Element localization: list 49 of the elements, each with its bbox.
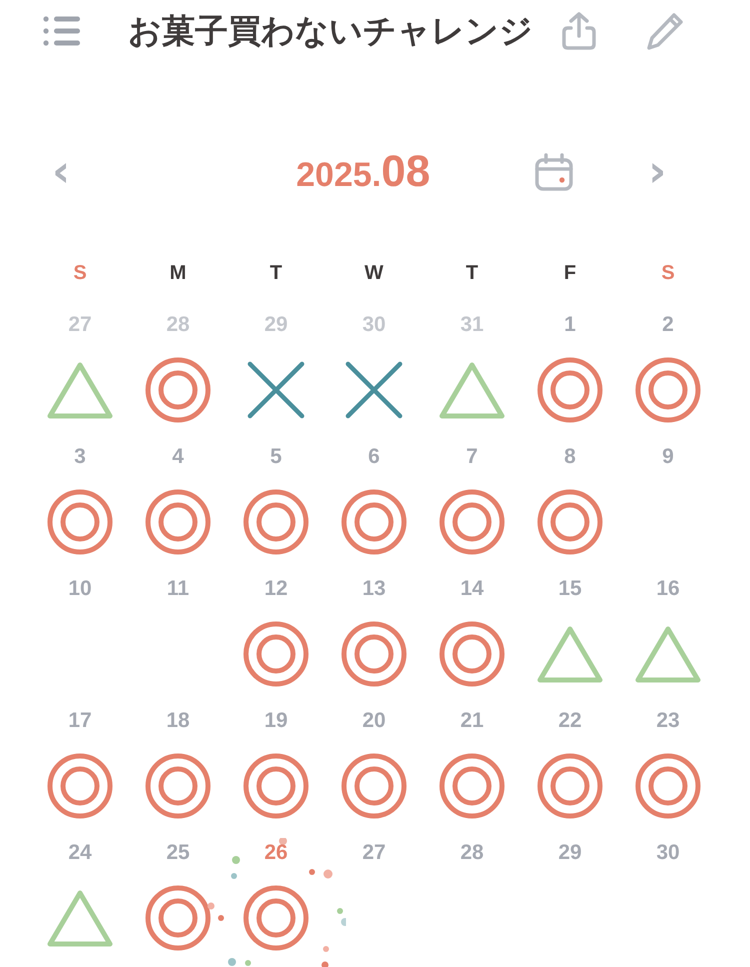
day-number[interactable]: 23 (656, 709, 680, 733)
day-number[interactable]: 15 (558, 577, 582, 601)
day-number[interactable]: 19 (264, 709, 288, 733)
day-number[interactable]: 26 (264, 841, 288, 865)
day-number[interactable]: 10 (68, 577, 92, 601)
day-number[interactable]: 1 (564, 313, 576, 337)
day-number[interactable]: 28 (166, 313, 190, 337)
day-number[interactable]: 8 (564, 445, 576, 469)
month-label: 2025.08 (296, 147, 430, 197)
day-number[interactable]: 21 (460, 709, 484, 733)
weekday-label: T (466, 262, 478, 285)
weekday-label: T (270, 262, 282, 285)
previous-month-button[interactable]: ‹ (48, 150, 74, 194)
day-number[interactable]: 4 (172, 445, 184, 469)
day-number[interactable]: 3 (74, 445, 86, 469)
day-number[interactable]: 16 (656, 577, 680, 601)
day-number[interactable]: 9 (662, 445, 674, 469)
day-number[interactable]: 31 (460, 313, 484, 337)
day-number[interactable]: 6 (368, 445, 380, 469)
day-number[interactable]: 22 (558, 709, 582, 733)
weekday-label: M (170, 262, 186, 285)
menu-icon[interactable] (42, 15, 82, 47)
day-number[interactable]: 2 (662, 313, 674, 337)
day-number[interactable]: 25 (166, 841, 190, 865)
pencil-icon[interactable] (645, 11, 685, 51)
day-number[interactable]: 30 (362, 313, 386, 337)
day-number[interactable]: 13 (362, 577, 386, 601)
day-number[interactable]: 24 (68, 841, 92, 865)
day-number[interactable]: 17 (68, 709, 92, 733)
weekday-label: S (661, 262, 675, 285)
day-number[interactable]: 27 (362, 841, 386, 865)
day-number[interactable]: 29 (558, 841, 582, 865)
day-number[interactable]: 27 (68, 313, 92, 337)
day-number[interactable]: 14 (460, 577, 484, 601)
calendar-icon[interactable] (534, 152, 574, 192)
next-month-button[interactable]: › (644, 150, 670, 194)
day-number[interactable]: 20 (362, 709, 386, 733)
day-number[interactable]: 30 (656, 841, 680, 865)
day-number[interactable]: 12 (264, 577, 288, 601)
day-number[interactable]: 5 (270, 445, 282, 469)
weekday-label: W (364, 262, 384, 285)
app-title: お菓子買わないチャレンジ (128, 10, 533, 52)
day-number[interactable]: 18 (166, 709, 190, 733)
day-number[interactable]: 11 (166, 577, 190, 601)
day-number[interactable]: 29 (264, 313, 288, 337)
weekday-label: F (564, 262, 576, 285)
day-number[interactable]: 7 (466, 445, 478, 469)
day-number[interactable]: 28 (460, 841, 484, 865)
weekday-label: S (73, 262, 87, 285)
